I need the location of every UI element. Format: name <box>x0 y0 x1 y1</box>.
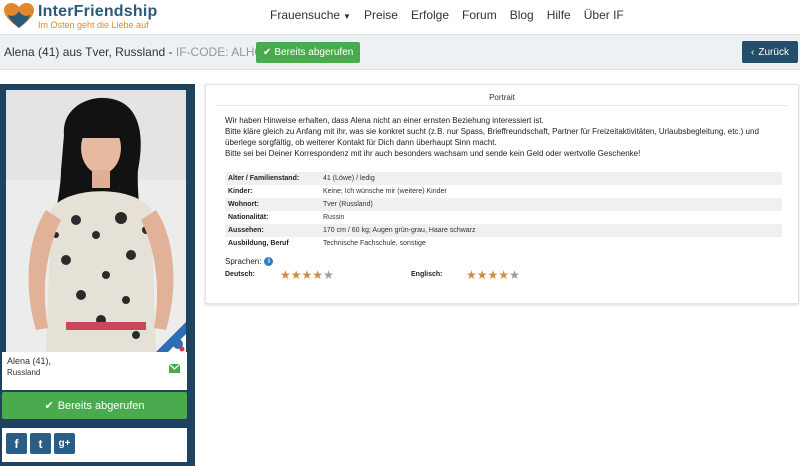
star-rating: ★★★★★ <box>280 268 334 282</box>
top-navigation: InterFriendship Im Osten geht die Liebe … <box>0 0 800 34</box>
nav-item-forum[interactable]: Forum <box>462 8 497 22</box>
star-filled-icon: ★ <box>301 268 313 282</box>
table-row: Kinder: Keine; Ich wünsche mir (weitere) … <box>225 185 782 198</box>
fact-label: Wohnort: <box>225 198 320 211</box>
profile-facts-table: Alter / Familienstand: 41 (Löwe) / ledig … <box>225 172 782 250</box>
nav-item-erfolge[interactable]: Erfolge <box>411 8 449 22</box>
user-area <box>728 4 798 30</box>
table-row: Wohnort: Tver (Russland) <box>225 198 782 211</box>
facebook-icon[interactable]: f <box>6 433 27 454</box>
logo[interactable]: InterFriendship Im Osten geht die Liebe … <box>4 3 157 30</box>
profile-title: Alena (41) aus Tver, Russland - <box>4 45 176 59</box>
social-share: f t g+ <box>2 428 187 462</box>
profile-title-bar: Alena (41) aus Tver, Russland - IF-CODE:… <box>0 34 800 70</box>
profile-country: Russland <box>7 368 41 377</box>
page-title: Alena (41) aus Tver, Russland - IF-CODE:… <box>4 45 275 59</box>
fact-value: Keine; Ich wünsche mir (weitere) Kinder <box>323 188 447 195</box>
check-icon: ✔ <box>263 47 272 58</box>
check-icon: ✔ <box>44 400 54 412</box>
fact-label: Kinder: <box>228 188 253 195</box>
warning-text: Wir haben Hinweise erhalten, dass Alena … <box>225 115 790 159</box>
brand-tagline: Im Osten geht die Liebe auf <box>38 20 149 30</box>
portrait-illustration <box>6 90 186 352</box>
info-icon[interactable]: i <box>264 257 274 266</box>
table-row: Nationalität: Russin <box>225 211 782 224</box>
fact-label: Aussehen: <box>225 224 320 237</box>
fact-value: Tver (Russland) <box>320 198 782 211</box>
heart-logo-icon <box>4 3 34 28</box>
warning-line: Bitte kläre gleich zu Anfang mit ihr, wa… <box>225 127 759 147</box>
chevron-left-icon: ‹ <box>751 46 755 58</box>
fact-value: 170 cm / 60 kg; Augen grün-grau, Haare s… <box>320 224 782 237</box>
verified-badge-icon <box>156 322 186 352</box>
nav-item-ueber-if[interactable]: Über IF <box>584 8 624 22</box>
main-menu: Frauensuche ▼ Preise Erfolge Forum Blog H… <box>270 8 624 22</box>
languages-label: Sprachen: <box>225 257 262 266</box>
nav-item-preise[interactable]: Preise <box>364 8 398 22</box>
back-button[interactable]: ‹ Zurück <box>742 41 798 63</box>
button-label: Bereits abgerufen <box>57 399 145 412</box>
caret-down-icon: ▼ <box>343 12 351 21</box>
fact-label: Nationalität: <box>228 214 269 221</box>
table-row: Alter / Familienstand: 41 (Löwe) / ledig <box>225 172 782 185</box>
card-title: Portrait <box>489 93 515 102</box>
nav-item-frauensuche[interactable]: Frauensuche ▼ <box>270 8 351 22</box>
star-filled-icon: ★ <box>280 268 291 282</box>
star-filled-icon: ★ <box>466 268 477 282</box>
star-filled-icon: ★ <box>498 268 510 282</box>
twitter-icon[interactable]: t <box>30 433 51 454</box>
star-filled-icon: ★ <box>312 268 324 282</box>
google-plus-icon[interactable]: g+ <box>54 433 75 454</box>
nav-item-blog[interactable]: Blog <box>510 8 534 22</box>
star-filled-icon: ★ <box>487 268 499 282</box>
button-label: Zurück <box>758 46 789 58</box>
profile-sidebar: Alena (41), Russland ✔ Bereits abgerufen… <box>0 84 195 466</box>
nav-label: Frauensuche <box>270 8 341 22</box>
star-filled-icon: ★ <box>290 268 302 282</box>
fact-value: Russin <box>323 214 345 221</box>
fact-value: 41 (Löwe) / ledig <box>320 172 782 185</box>
profile-name: Alena (41), <box>7 356 52 366</box>
star-rating: ★★★★★ <box>466 268 520 282</box>
languages-heading: Sprachen: i <box>225 257 274 266</box>
warning-line: Wir haben Hinweise erhalten, dass Alena … <box>225 116 544 125</box>
already-retrieved-large-button[interactable]: ✔ Bereits abgerufen <box>2 392 187 419</box>
button-label: Bereits abgerufen <box>274 47 354 58</box>
fact-label: Alter / Familienstand: <box>225 172 320 185</box>
table-row: Ausbildung, Beruf Technische Fachschule, … <box>225 237 782 250</box>
table-row: Aussehen: 170 cm / 60 kg; Augen grün-grau… <box>225 224 782 237</box>
portrait-card: Portrait Wir haben Hinweise erhalten, da… <box>205 84 799 304</box>
already-retrieved-button[interactable]: ✔ Bereits abgerufen <box>256 42 361 63</box>
nav-item-hilfe[interactable]: Hilfe <box>547 8 571 22</box>
language-name: Englisch: <box>411 271 443 278</box>
brand-title: InterFriendship <box>38 3 158 20</box>
star-filled-icon: ★ <box>476 268 488 282</box>
profile-summary: Alena (41), Russland <box>2 352 187 390</box>
mail-icon[interactable] <box>169 364 180 373</box>
language-name: Deutsch: <box>225 271 255 278</box>
star-empty-icon: ★ <box>323 268 334 282</box>
warning-line: Bitte sei bei Deiner Korrespondenz mit i… <box>225 149 641 158</box>
fact-label: Ausbildung, Beruf <box>228 240 289 247</box>
star-empty-icon: ★ <box>509 268 520 282</box>
fact-value: Technische Fachschule, sonstige <box>323 240 426 247</box>
divider <box>216 105 788 106</box>
profile-photo[interactable] <box>6 90 186 352</box>
